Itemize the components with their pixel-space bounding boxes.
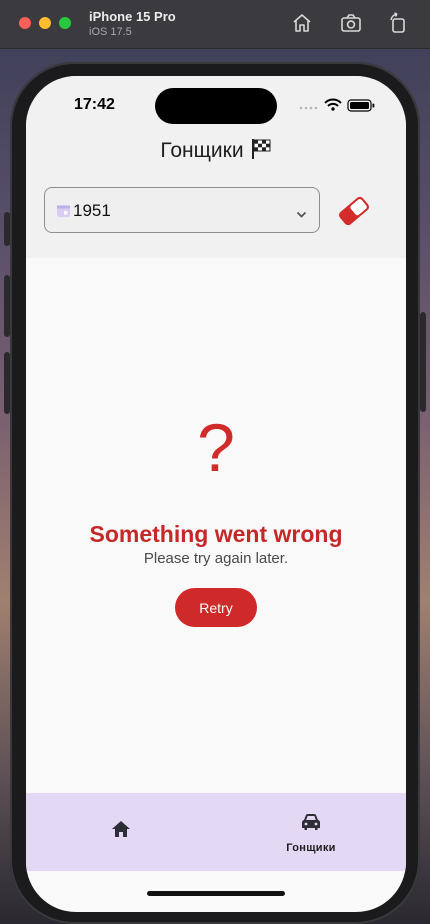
minimize-window-button[interactable] — [39, 17, 51, 29]
wifi-icon — [324, 98, 342, 111]
simulator-title-bar: iPhone 15 Pro iOS 17.5 — [0, 0, 430, 49]
error-question-mark: ? — [197, 410, 235, 486]
clear-filter-button[interactable] — [336, 194, 372, 228]
close-window-button[interactable] — [19, 17, 31, 29]
home-button-icon[interactable] — [291, 12, 313, 34]
app-screen: Гонщики 1951 17:42 ? Something went wron… — [26, 76, 406, 912]
rotate-icon[interactable] — [387, 12, 409, 34]
power-button — [420, 312, 426, 412]
status-icons — [298, 98, 378, 112]
tab-drivers-label: Гонщики — [286, 842, 336, 854]
page-title-text: Гонщики — [160, 139, 244, 162]
checkered-flag-icon — [250, 138, 272, 166]
home-icon — [110, 819, 132, 844]
error-title: Something went wrong — [89, 521, 343, 547]
simulator-device-name: iPhone 15 Pro — [89, 9, 176, 24]
chevron-down-icon — [296, 206, 307, 224]
retry-button[interactable]: Retry — [175, 588, 257, 627]
simulator-os-version: iOS 17.5 — [89, 26, 132, 38]
signal-icon — [299, 106, 318, 110]
selected-year: 1951 — [73, 201, 111, 220]
page-title: Гонщики — [26, 138, 406, 166]
error-message: Please try again later. — [143, 550, 289, 567]
zoom-window-button[interactable] — [59, 17, 71, 29]
car-icon — [300, 812, 322, 837]
tab-home[interactable] — [26, 793, 216, 871]
battery-icon — [347, 99, 375, 112]
tab-drivers[interactable]: Гонщики — [216, 793, 406, 871]
status-time: 17:42 — [74, 96, 115, 113]
bottom-tab-bar: Гонщики — [26, 793, 406, 871]
calendar-icon — [56, 203, 71, 223]
year-select[interactable]: 1951 — [44, 187, 320, 233]
dynamic-island — [155, 88, 277, 124]
screenshot-icon[interactable] — [340, 12, 362, 34]
home-indicator — [147, 891, 285, 896]
eraser-icon — [339, 196, 369, 226]
